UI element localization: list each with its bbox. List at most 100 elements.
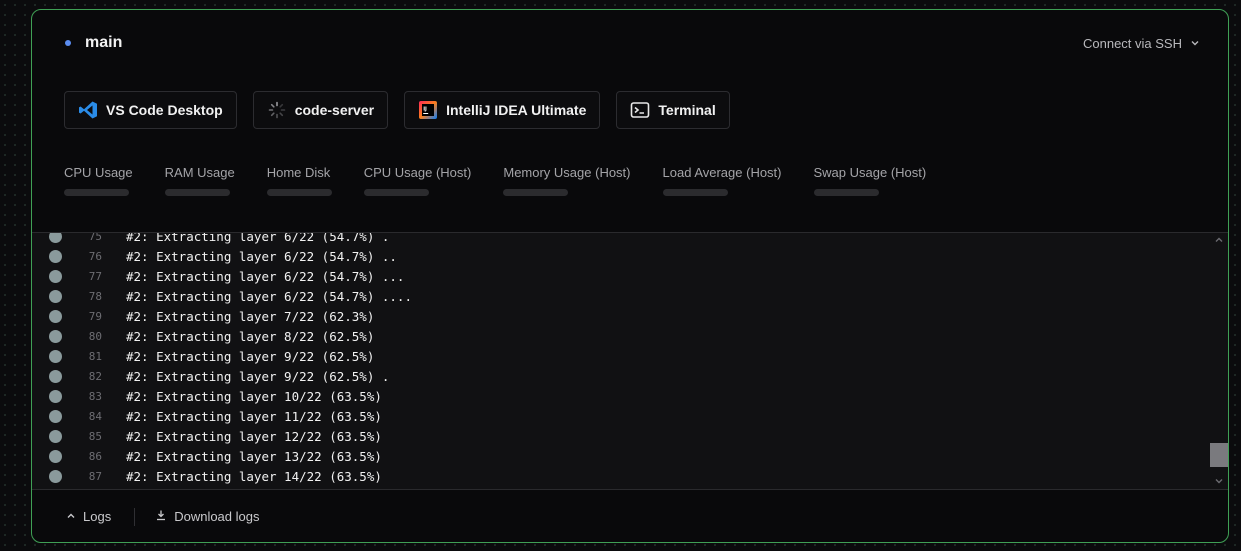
metric-label: CPU Usage (Host) bbox=[363, 165, 472, 180]
code-server-button[interactable]: code-server bbox=[252, 91, 389, 129]
metric-load-average-host: Load Average (Host) bbox=[662, 165, 782, 196]
download-icon bbox=[155, 509, 167, 524]
log-line-text: #2: Extracting layer 13/22 (63.5%) bbox=[126, 448, 382, 464]
log-line-text: #2: Extracting layer 7/22 (62.3%) bbox=[126, 308, 375, 324]
log-line: 86 #2: Extracting layer 13/22 (63.5%) bbox=[32, 446, 1208, 466]
log-status-dot bbox=[49, 389, 62, 403]
chevron-down-icon bbox=[1190, 36, 1200, 51]
log-status-dot bbox=[49, 449, 62, 463]
intellij-icon: IJ bbox=[418, 100, 438, 120]
log-line-number: 76 bbox=[88, 249, 102, 263]
log-line: 77 #2: Extracting layer 6/22 (54.7%) ... bbox=[32, 266, 1208, 286]
chevron-up-icon bbox=[66, 509, 76, 524]
build-log-panel[interactable]: 75 #2: Extracting layer 6/22 (54.7%) . 76 #… bbox=[32, 232, 1228, 490]
log-status-dot bbox=[49, 249, 62, 263]
log-line-number: 79 bbox=[88, 309, 102, 323]
log-line-text: #2: Extracting layer 6/22 (54.7%) . bbox=[126, 232, 390, 244]
metric-loading-bar bbox=[164, 189, 230, 196]
metric-cpu-usage: CPU Usage bbox=[64, 165, 133, 196]
log-line-number: 82 bbox=[88, 369, 102, 383]
connect-ssh-label: Connect via SSH bbox=[1083, 36, 1182, 51]
metric-swap-usage-host: Swap Usage (Host) bbox=[813, 165, 927, 196]
log-status-dot bbox=[49, 329, 62, 343]
log-line: 85 #2: Extracting layer 12/22 (63.5%) bbox=[32, 426, 1208, 446]
log-status-dot bbox=[49, 369, 62, 383]
log-status-dot bbox=[49, 429, 62, 443]
workspace-card: main Connect via SSH VS Code Desktop cod… bbox=[31, 9, 1229, 543]
metric-loading-bar bbox=[64, 189, 129, 196]
metric-ram-usage: RAM Usage bbox=[164, 165, 235, 196]
metric-loading-bar bbox=[363, 189, 429, 196]
metric-label: Swap Usage (Host) bbox=[813, 165, 927, 180]
log-line: 79 #2: Extracting layer 7/22 (62.3%) bbox=[32, 306, 1208, 326]
resource-metrics: CPU Usage RAM Usage Home Disk CPU Usage … bbox=[64, 165, 926, 196]
scrollbar-thumb[interactable] bbox=[1210, 443, 1228, 467]
vscode-desktop-button[interactable]: VS Code Desktop bbox=[64, 91, 237, 129]
log-line-text: #2: Extracting layer 9/22 (62.5%) . bbox=[126, 368, 390, 384]
log-line-text: #2: Extracting layer 6/22 (54.7%) ... bbox=[126, 268, 405, 284]
metric-loading-bar bbox=[503, 189, 569, 196]
download-logs-button[interactable]: Download logs bbox=[155, 509, 259, 524]
log-line-text: #2: Extracting layer 14/22 (63.5%) bbox=[126, 468, 382, 484]
svg-text:IJ: IJ bbox=[423, 107, 427, 113]
log-line-number: 84 bbox=[88, 409, 102, 423]
log-line-text: #2: Extracting layer 11/22 (63.5%) bbox=[126, 408, 382, 424]
log-line-number: 78 bbox=[88, 289, 102, 303]
log-line-number: 85 bbox=[88, 429, 102, 443]
log-line-number: 81 bbox=[88, 349, 102, 363]
terminal-icon bbox=[630, 100, 650, 120]
metric-label: Load Average (Host) bbox=[662, 165, 782, 180]
log-line: 84 #2: Extracting layer 11/22 (63.5%) bbox=[32, 406, 1208, 426]
metric-loading-bar bbox=[266, 189, 332, 196]
log-line: 81 #2: Extracting layer 9/22 (62.5%) bbox=[32, 346, 1208, 366]
log-status-dot bbox=[49, 349, 62, 363]
metric-label: RAM Usage bbox=[164, 165, 235, 180]
terminal-label: Terminal bbox=[658, 102, 716, 118]
code-server-label: code-server bbox=[294, 102, 375, 118]
log-line-text: #2: Extracting layer 12/22 (63.5%) bbox=[126, 428, 382, 444]
workspace-title: main bbox=[85, 34, 123, 51]
log-line: 80 #2: Extracting layer 8/22 (62.5%) bbox=[32, 326, 1208, 346]
log-status-dot bbox=[49, 233, 62, 243]
metric-loading-bar bbox=[662, 189, 728, 196]
log-line-text: #2: Extracting layer 10/22 (63.5%) bbox=[126, 388, 382, 404]
scroll-down-icon[interactable] bbox=[1214, 476, 1224, 489]
metric-label: Memory Usage (Host) bbox=[503, 165, 631, 180]
log-status-dot bbox=[49, 409, 62, 423]
metric-cpu-usage-host: CPU Usage (Host) bbox=[363, 165, 472, 196]
log-line-number: 80 bbox=[88, 329, 102, 343]
log-line-number: 83 bbox=[88, 389, 102, 403]
spinner-icon bbox=[267, 100, 287, 120]
metric-label: CPU Usage bbox=[64, 165, 133, 180]
log-status-dot bbox=[49, 309, 62, 323]
log-line: 82 #2: Extracting layer 9/22 (62.5%) . bbox=[32, 366, 1208, 386]
intellij-button[interactable]: IJ IntelliJ IDEA Ultimate bbox=[404, 91, 601, 129]
log-line: 75 #2: Extracting layer 6/22 (54.7%) . bbox=[32, 232, 1208, 246]
metric-label: Home Disk bbox=[266, 165, 331, 180]
metric-loading-bar bbox=[813, 189, 879, 196]
log-line: 87 #2: Extracting layer 14/22 (63.5%) bbox=[32, 466, 1208, 486]
log-line-text: #2: Extracting layer 6/22 (54.7%) .. bbox=[126, 248, 397, 264]
terminal-button[interactable]: Terminal bbox=[616, 91, 730, 129]
vscode-desktop-label: VS Code Desktop bbox=[106, 102, 223, 118]
log-line-number: 87 bbox=[88, 469, 102, 483]
log-status-dot bbox=[49, 469, 62, 483]
app-buttons: VS Code Desktop code-server IJ IntelliJ … bbox=[64, 91, 730, 129]
status-dot bbox=[65, 40, 71, 46]
workspace-header: main Connect via SSH VS Code Desktop cod… bbox=[32, 10, 1228, 232]
metric-home-disk: Home Disk bbox=[266, 165, 332, 196]
log-line-text: #2: Extracting layer 8/22 (62.5%) bbox=[126, 328, 375, 344]
log-line: 83 #2: Extracting layer 10/22 (63.5%) bbox=[32, 386, 1208, 406]
log-line-number: 86 bbox=[88, 449, 102, 463]
log-line-text: #2: Extracting layer 6/22 (54.7%) .... bbox=[126, 288, 412, 304]
logs-toggle-button[interactable]: Logs bbox=[66, 509, 111, 524]
log-line-number: 77 bbox=[88, 269, 102, 283]
log-line: 78 #2: Extracting layer 6/22 (54.7%) .... bbox=[32, 286, 1208, 306]
workspace-title-row: main bbox=[65, 34, 122, 52]
connect-ssh-button[interactable]: Connect via SSH bbox=[1083, 36, 1200, 51]
vscode-icon bbox=[78, 100, 98, 120]
metric-memory-usage-host: Memory Usage (Host) bbox=[503, 165, 631, 196]
log-line-number: 75 bbox=[88, 232, 102, 243]
log-status-dot bbox=[49, 269, 62, 283]
scroll-up-icon[interactable] bbox=[1214, 235, 1224, 248]
